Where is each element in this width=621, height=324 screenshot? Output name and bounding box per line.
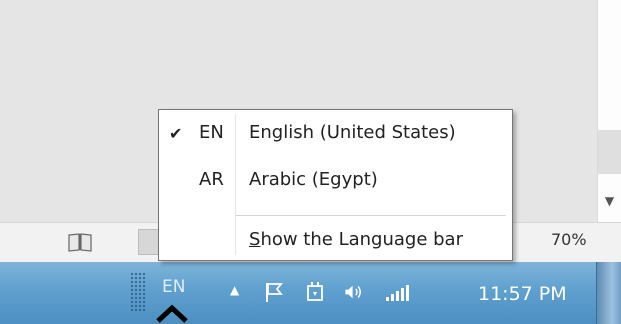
menu-item-arabic[interactable]: AR Arabic (Egypt) (161, 161, 510, 203)
read-mode-book-icon[interactable] (66, 231, 94, 253)
language-label: Arabic (Egypt) (249, 169, 378, 190)
show-language-bar-text: how the Language bar (260, 229, 463, 250)
speaker-icon[interactable] (343, 280, 367, 304)
flag-icon[interactable] (262, 280, 286, 304)
language-indicator[interactable]: EN (162, 277, 185, 297)
show-hidden-icons-arrow-icon[interactable]: ▲ (230, 283, 239, 297)
cursor-caret-icon (156, 304, 188, 323)
scrollbar-track[interactable] (598, 130, 621, 174)
show-language-bar-label: Show the Language bar (249, 229, 463, 250)
menu-separator (236, 215, 506, 216)
system-clock[interactable]: 11:57 PM (478, 283, 567, 305)
language-bar-grip-icon[interactable] (130, 272, 146, 312)
menu-item-english[interactable]: ✔ EN English (United States) (161, 114, 510, 156)
language-menu: ✔ EN English (United States) AR Arabic (… (158, 109, 513, 261)
language-code: AR (199, 169, 224, 190)
scroll-down-arrow-icon[interactable]: ▼ (598, 186, 621, 216)
network-signal-icon[interactable] (383, 280, 413, 304)
checkmark-icon: ✔ (169, 124, 183, 143)
zoom-level[interactable]: 70% (551, 230, 587, 249)
vertical-scrollbar[interactable]: ▼ (597, 0, 621, 222)
power-plug-icon[interactable] (304, 280, 328, 304)
language-code: EN (199, 122, 224, 143)
access-key: S (249, 229, 261, 250)
language-label: English (United States) (249, 122, 456, 143)
show-desktop-button[interactable] (596, 262, 621, 324)
menu-item-show-language-bar[interactable]: Show the Language bar (161, 221, 510, 263)
